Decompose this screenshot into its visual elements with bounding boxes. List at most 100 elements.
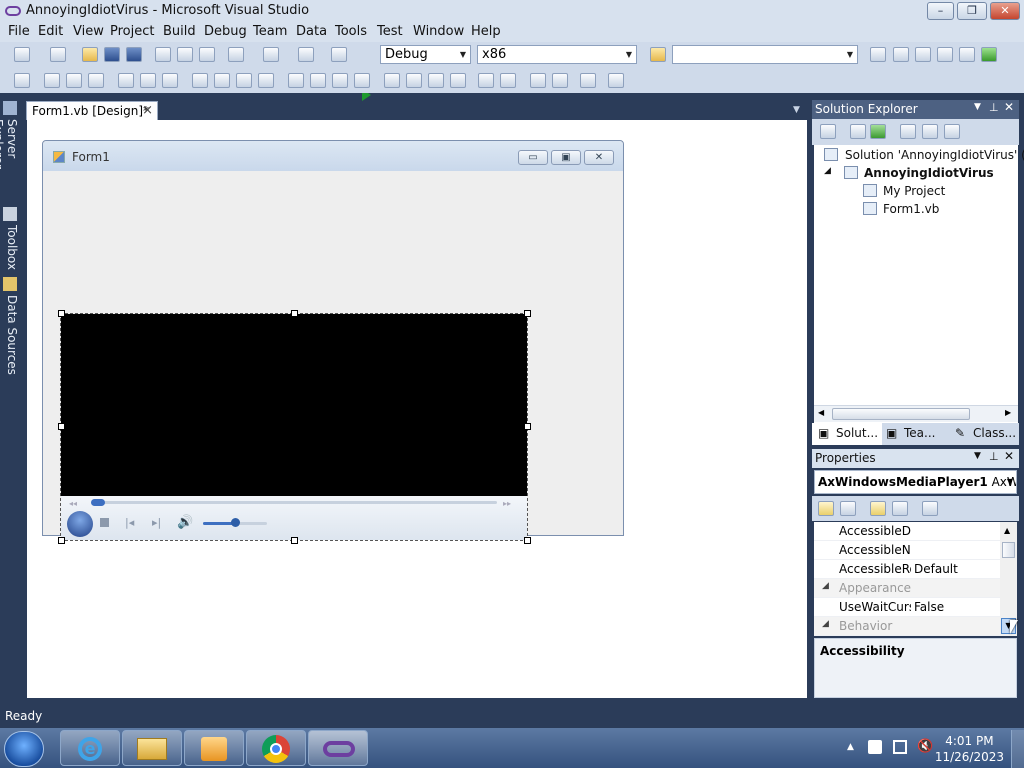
resize-handle[interactable]: [58, 423, 65, 430]
expand-arrow-icon[interactable]: ◢: [824, 166, 831, 176]
size-to-grid-icon[interactable]: [258, 73, 274, 88]
scroll-up-icon[interactable]: ▲: [1004, 526, 1010, 535]
align-bottoms-icon[interactable]: [162, 73, 178, 88]
toolbox-tab[interactable]: Toolbox: [2, 225, 19, 275]
menu-tools[interactable]: Tools: [335, 24, 367, 39]
property-value[interactable]: Default: [914, 562, 958, 576]
redo-icon[interactable]: [263, 47, 279, 62]
view-designer-icon[interactable]: [922, 124, 938, 139]
remove-vertical-spacing-icon[interactable]: [450, 73, 466, 88]
windows-media-player-control[interactable]: ◂◂ ▸▸ |◂ ▸| 🔊: [60, 313, 528, 541]
menu-test[interactable]: Test: [377, 24, 403, 39]
view-code-icon[interactable]: [900, 124, 916, 139]
my-project-node[interactable]: My Project: [883, 184, 945, 198]
menu-view[interactable]: View: [73, 24, 104, 39]
scroll-left-icon[interactable]: ◀: [818, 408, 824, 417]
make-same-height-icon[interactable]: [214, 73, 230, 88]
chrome-task[interactable]: [246, 730, 306, 766]
tab-team-explorer[interactable]: Tea...: [904, 426, 935, 440]
property-row[interactable]: AccessibleNai: [814, 541, 1002, 560]
solution-node[interactable]: Solution 'AnnoyingIdiotVirus' (1: [845, 148, 1024, 162]
close-panel-icon[interactable]: ✕: [1004, 100, 1014, 114]
auto-hide-pin-icon[interactable]: ⊥: [989, 450, 999, 463]
action-center-flag-icon[interactable]: [868, 740, 882, 754]
horizontal-spacing-equal-icon[interactable]: [288, 73, 304, 88]
save-all-icon[interactable]: [126, 47, 142, 62]
navigate-backward-icon[interactable]: [298, 47, 314, 62]
menu-debug[interactable]: Debug: [204, 24, 247, 39]
auto-hide-pin-icon[interactable]: ⊥: [989, 101, 999, 114]
resize-handle[interactable]: [524, 423, 531, 430]
align-rights-icon[interactable]: [88, 73, 104, 88]
media-player-task[interactable]: [184, 730, 244, 766]
tab-class-view[interactable]: Class...: [973, 426, 1016, 440]
property-row[interactable]: AccessibleRol Default: [814, 560, 1002, 579]
categorized-icon[interactable]: [818, 501, 834, 516]
refresh-icon[interactable]: [870, 124, 886, 139]
find-combo[interactable]: ▼: [672, 45, 858, 64]
center-vertically-icon[interactable]: [500, 73, 516, 88]
align-centers-icon[interactable]: [66, 73, 82, 88]
add-item-icon[interactable]: [50, 47, 66, 62]
maximize-button[interactable]: ❐: [957, 2, 987, 20]
property-grid-vertical-scrollbar[interactable]: ▲ ▼: [1000, 522, 1017, 636]
decrease-vertical-spacing-icon[interactable]: [428, 73, 444, 88]
properties-window-icon[interactable]: [893, 47, 909, 62]
align-lefts-icon[interactable]: [44, 73, 60, 88]
menu-build[interactable]: Build: [163, 24, 196, 39]
object-selector-dropdown[interactable]: AxWindowsMediaPlayer1 AxWMI ▼: [814, 470, 1017, 494]
paste-icon[interactable]: [199, 47, 215, 62]
solution-platform-dropdown[interactable]: x86 ▼: [477, 45, 637, 64]
object-browser-icon[interactable]: [915, 47, 931, 62]
close-window-button[interactable]: ✕: [990, 2, 1020, 20]
server-explorer-tab[interactable]: Server Explorer: [0, 119, 19, 205]
events-lightning-icon[interactable]: [892, 501, 908, 516]
align-to-grid-icon[interactable]: [14, 73, 30, 88]
tab-order-icon[interactable]: [580, 73, 596, 88]
system-clock[interactable]: 4:01 PM 11/26/2023: [935, 733, 1004, 765]
menu-team[interactable]: Team: [253, 24, 287, 39]
toolbox-icon[interactable]: [937, 47, 953, 62]
close-panel-icon[interactable]: ✕: [1004, 449, 1014, 463]
menu-window[interactable]: Window: [413, 24, 464, 39]
previous-track-icon[interactable]: |◂: [125, 516, 134, 529]
resize-handle[interactable]: [524, 537, 531, 544]
properties-view-icon[interactable]: [870, 501, 886, 516]
show-desktop-button[interactable]: [1011, 730, 1024, 768]
make-same-width-icon[interactable]: [192, 73, 208, 88]
volume-thumb[interactable]: [231, 518, 240, 527]
center-horizontally-icon[interactable]: [478, 73, 494, 88]
stop-icon[interactable]: [100, 518, 109, 527]
menu-file[interactable]: File: [8, 24, 30, 39]
visual-studio-task[interactable]: [308, 730, 368, 766]
new-project-icon[interactable]: [14, 47, 30, 62]
play-button[interactable]: [67, 511, 93, 537]
resize-handle[interactable]: [524, 310, 531, 317]
align-middles-icon[interactable]: [140, 73, 156, 88]
close-tab-icon[interactable]: ×: [142, 103, 153, 118]
minimize-button[interactable]: –: [927, 2, 954, 20]
property-row[interactable]: UseWaitCursc False: [814, 598, 1002, 617]
resize-handle[interactable]: [58, 310, 65, 317]
send-to-back-icon[interactable]: [552, 73, 568, 88]
data-sources-tab[interactable]: Data Sources: [2, 295, 19, 375]
align-tops-icon[interactable]: [118, 73, 134, 88]
next-track-icon[interactable]: ▸|: [152, 516, 161, 529]
resize-handle[interactable]: [58, 537, 65, 544]
save-icon[interactable]: [104, 47, 120, 62]
alphabetical-icon[interactable]: [840, 501, 856, 516]
file-explorer-task[interactable]: [122, 730, 182, 766]
resize-handle[interactable]: [291, 310, 298, 317]
solution-configuration-dropdown[interactable]: Debug ▼: [380, 45, 471, 64]
open-file-icon[interactable]: [82, 47, 98, 62]
view-class-diagram-icon[interactable]: [944, 124, 960, 139]
network-icon[interactable]: [893, 740, 907, 754]
scroll-thumb[interactable]: [1002, 542, 1015, 558]
seek-bar[interactable]: [93, 501, 497, 504]
menu-edit[interactable]: Edit: [38, 24, 63, 39]
cut-icon[interactable]: [155, 47, 171, 62]
internet-explorer-task[interactable]: e: [60, 730, 120, 766]
tab-solution-explorer[interactable]: Solut...: [836, 426, 878, 440]
properties-icon[interactable]: [820, 124, 836, 139]
property-value[interactable]: False: [914, 600, 944, 614]
